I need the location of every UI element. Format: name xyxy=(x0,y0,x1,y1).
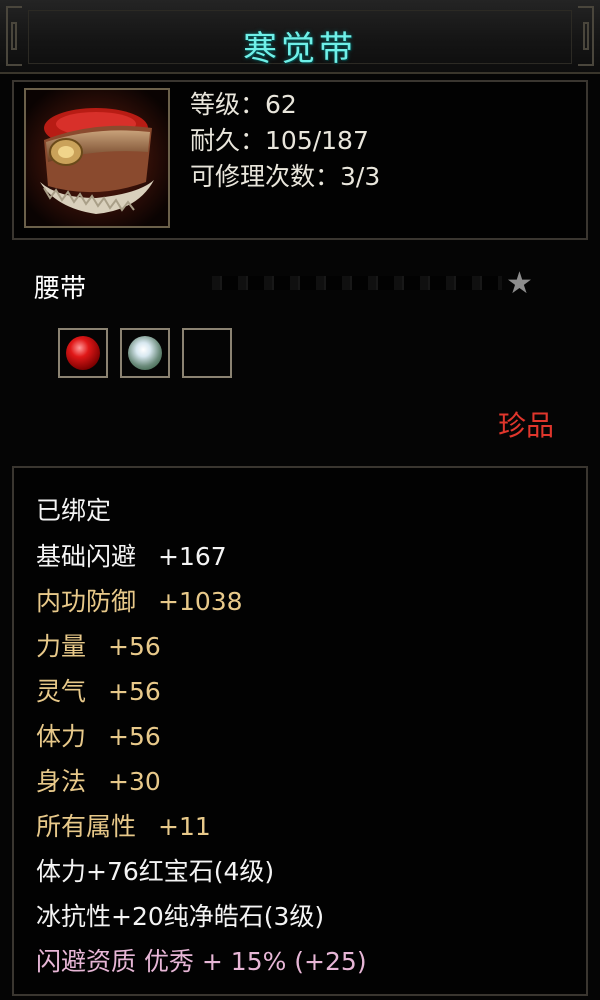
bound-status: 已绑定 xyxy=(36,496,112,525)
item-tooltip: 寒觉带 等级：62 耐久：105/187 可修理次数：3/3 腰带 ★ 珍品 已… xyxy=(0,0,600,1000)
star-icon: ★ xyxy=(506,266,533,301)
title-bar: 寒觉带 xyxy=(0,0,600,74)
gem-bonus-line: 冰抗性+20纯净皓石(3级) xyxy=(36,902,325,931)
attribute-row: 基础闪避 +167 xyxy=(36,540,227,574)
attribute-value: +56 xyxy=(108,677,161,706)
socket-red-gem[interactable] xyxy=(58,328,108,378)
belt-icon xyxy=(24,88,170,228)
attribute-value: +167 xyxy=(158,542,227,571)
level-label: 等级： xyxy=(190,90,266,119)
white-gem-icon xyxy=(128,336,162,370)
attribute-name: 所有属性 xyxy=(36,812,137,841)
item-title: 寒觉带 xyxy=(243,29,357,69)
repair-label: 可修理次数： xyxy=(190,162,341,191)
gem-bonus-line: 体力+76红宝石(4级) xyxy=(36,857,275,886)
attribute-name: 身法 xyxy=(36,767,87,796)
quality-line: 闪避资质 优秀 + 15% (+25) xyxy=(36,947,367,976)
attribute-row: 体力 +56 xyxy=(36,720,161,754)
frame-corner-right xyxy=(578,6,594,66)
title-frame: 寒觉带 xyxy=(28,10,572,69)
item-type: 腰带 xyxy=(34,274,87,304)
durability-row: 耐久：105/187 xyxy=(190,126,369,156)
red-gem-icon xyxy=(66,336,100,370)
repair-row: 可修理次数：3/3 xyxy=(190,162,380,192)
socket-white-gem[interactable] xyxy=(120,328,170,378)
attribute-row: 灵气 +56 xyxy=(36,675,161,709)
attribute-value: +11 xyxy=(158,812,211,841)
attribute-row: 身法 +30 xyxy=(36,765,161,799)
attribute-row: 内功防御 +1038 xyxy=(36,585,243,619)
attribute-name: 内功防御 xyxy=(36,587,137,616)
attribute-value: +56 xyxy=(108,632,161,661)
attribute-name: 力量 xyxy=(36,632,87,661)
attribute-value: +1038 xyxy=(158,587,243,616)
repair-value: 3/3 xyxy=(340,162,381,191)
attribute-name: 体力 xyxy=(36,722,87,751)
item-header: 等级：62 耐久：105/187 可修理次数：3/3 xyxy=(12,80,588,240)
attribute-name: 基础闪避 xyxy=(36,542,137,571)
level-row: 等级：62 xyxy=(190,90,297,120)
divider xyxy=(212,276,502,290)
attribute-value: +56 xyxy=(108,722,161,751)
attribute-row: 力量 +56 xyxy=(36,630,161,664)
attribute-value: +30 xyxy=(108,767,161,796)
durability-label: 耐久： xyxy=(190,126,266,155)
durability-value: 105/187 xyxy=(265,126,369,155)
level-value: 62 xyxy=(265,90,297,119)
attribute-row: 所有属性 +11 xyxy=(36,810,211,844)
frame-corner-left xyxy=(6,6,22,66)
attribute-name: 灵气 xyxy=(36,677,87,706)
attribute-panel: 已绑定 基础闪避 +167 内功防御 +1038 力量 +56 灵气 +56 体力 +56… xyxy=(12,466,588,996)
socket-empty[interactable] xyxy=(182,328,232,378)
rarity-label: 珍品 xyxy=(497,409,554,442)
